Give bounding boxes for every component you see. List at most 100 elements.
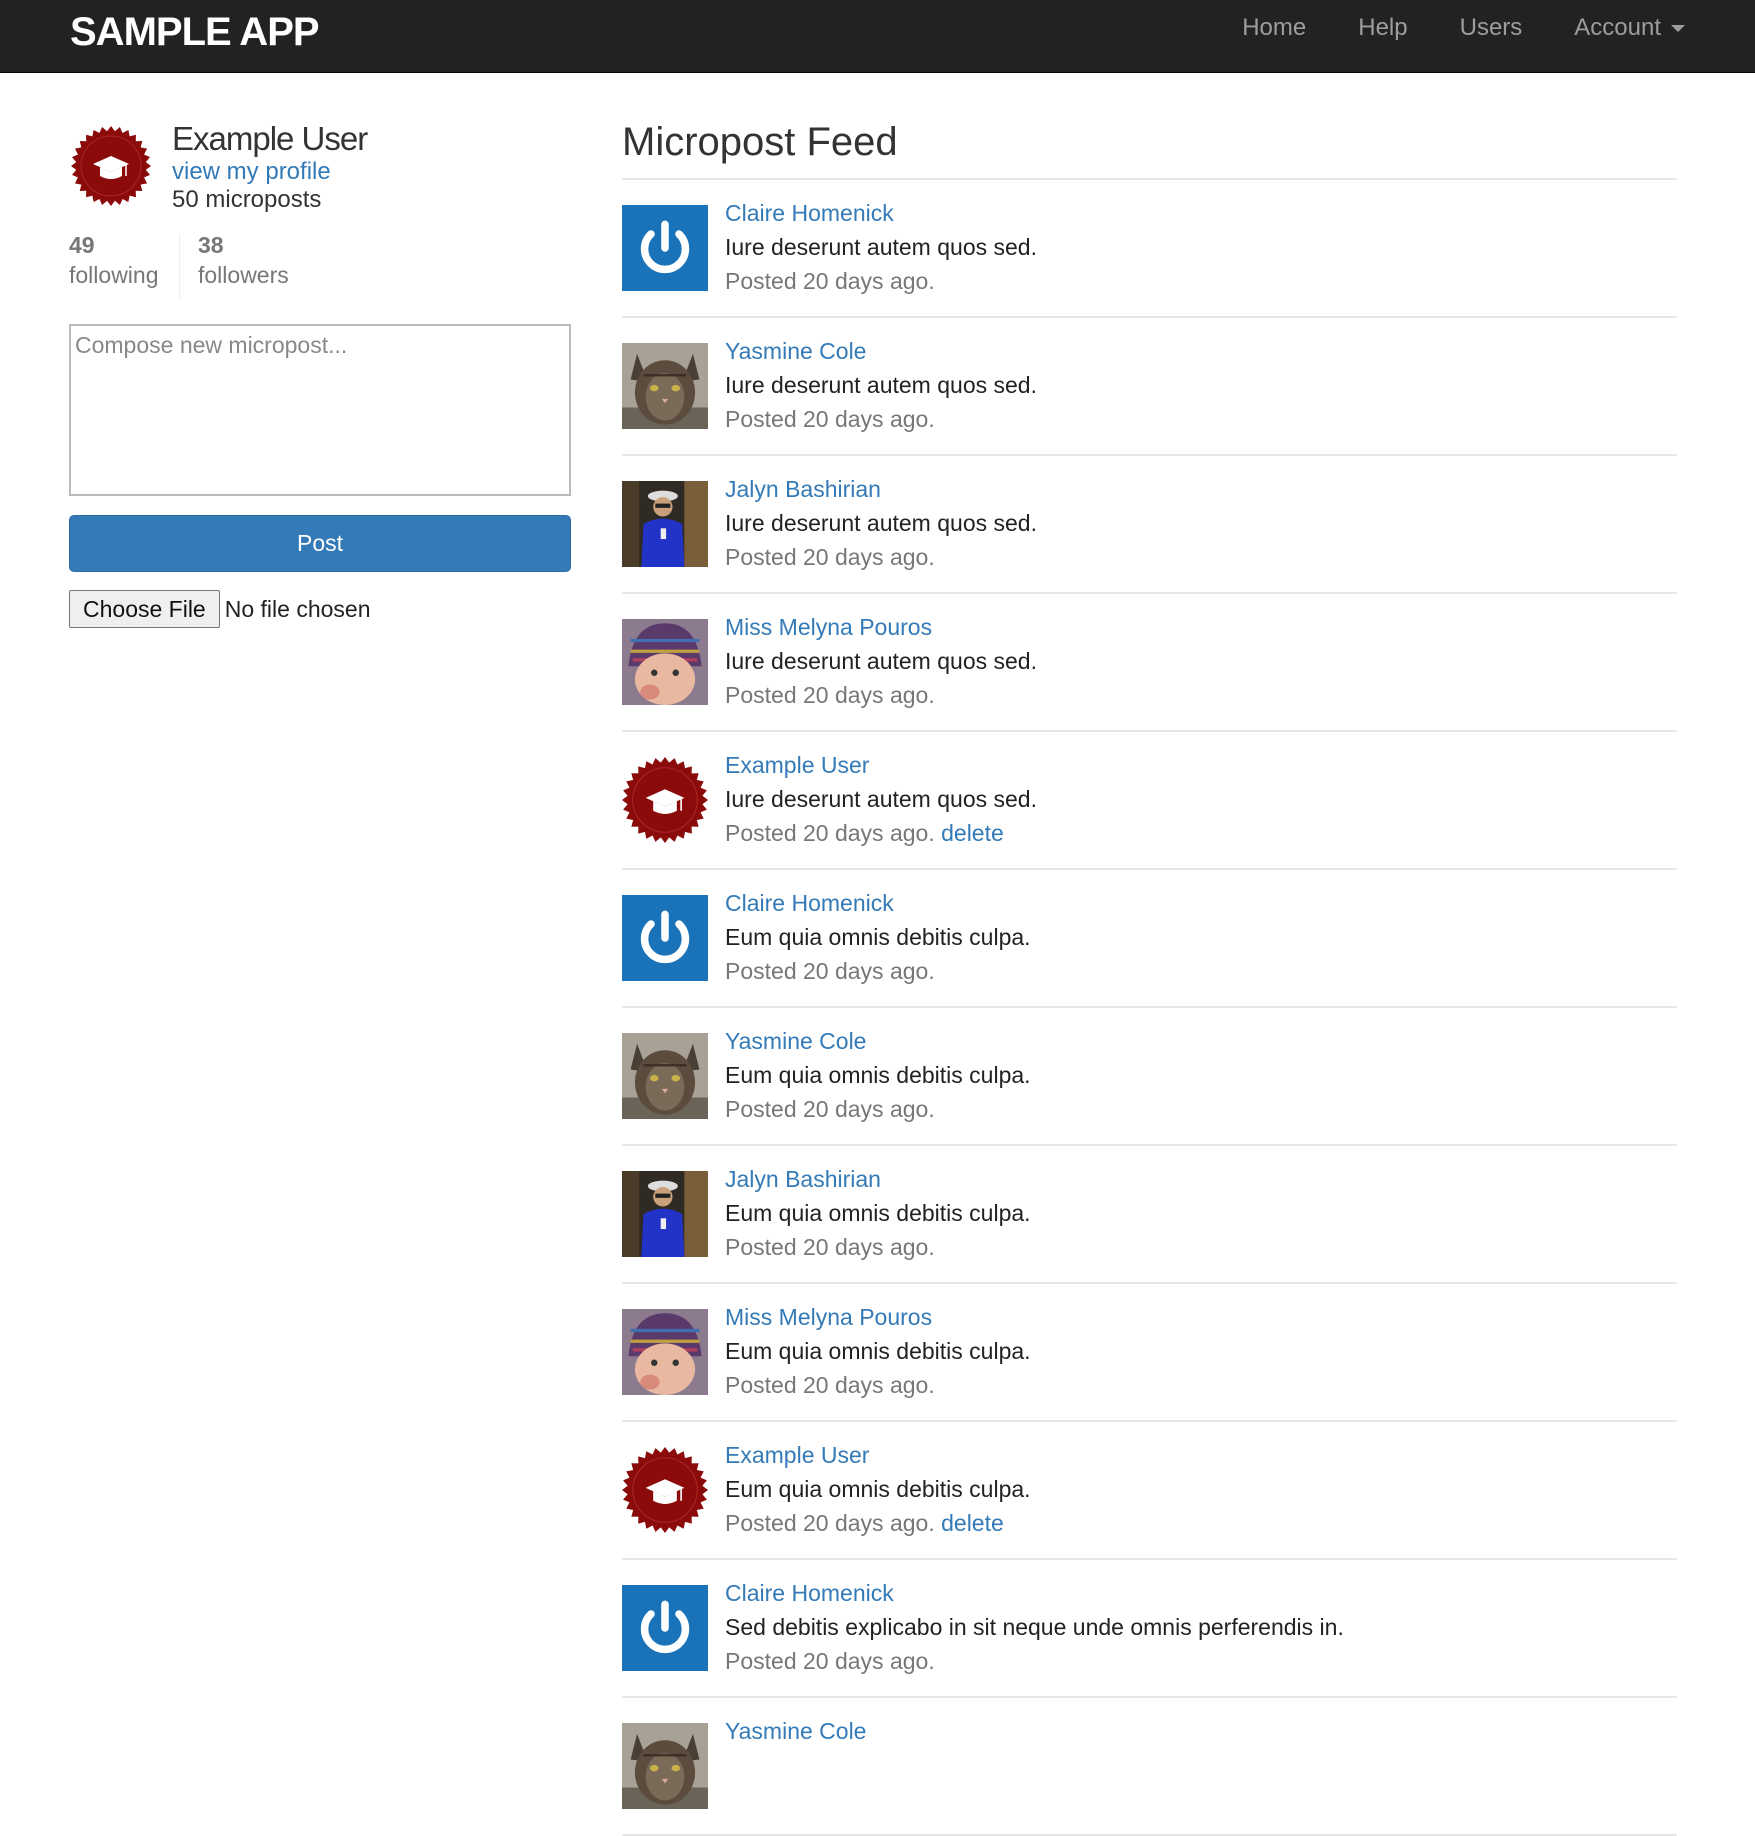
baby-avatar-icon[interactable] — [622, 619, 708, 705]
followers-stat[interactable]: 38 followers — [198, 232, 289, 292]
post-time-text: Posted 20 days ago. — [725, 820, 935, 846]
post-time-text: Posted 20 days ago. — [725, 544, 935, 570]
post-user-link[interactable]: Claire Homenick — [725, 1580, 894, 1607]
micropost-feed: Micropost Feed Claire Homenick Iure dese… — [622, 110, 1677, 1836]
cat-avatar-icon[interactable] — [622, 1033, 708, 1119]
caret-down-icon — [1671, 24, 1685, 32]
baby-avatar-icon[interactable] — [622, 1309, 708, 1395]
delete-post-link[interactable]: delete — [941, 820, 1004, 846]
post-content: Iure deserunt autem quos sed. — [725, 786, 1037, 812]
micropost-item: Yasmine Cole Iure deserunt autem quos se… — [622, 318, 1677, 456]
cat-avatar-icon[interactable] — [622, 1723, 708, 1809]
person-avatar-icon[interactable] — [622, 1171, 708, 1257]
nav-account-label: Account — [1574, 14, 1661, 41]
post-content: Iure deserunt autem quos sed. — [725, 648, 1037, 674]
seal-avatar-icon[interactable] — [622, 757, 708, 843]
sidebar: Example User view my profile 50 micropos… — [69, 120, 571, 628]
post-timestamp: Posted 20 days ago. — [725, 406, 935, 433]
post-time-text: Posted 20 days ago. — [725, 958, 935, 984]
post-content: Eum quia omnis debitis culpa. — [725, 1338, 1031, 1364]
micropost-item: Claire Homenick Iure deserunt autem quos… — [622, 180, 1677, 318]
post-time-text: Posted 20 days ago. — [725, 1096, 935, 1122]
feed-list: Claire Homenick Iure deserunt autem quos… — [622, 180, 1677, 1836]
compose-micropost-input[interactable] — [69, 324, 571, 496]
post-user-link[interactable]: Yasmine Cole — [725, 338, 866, 365]
post-content: Iure deserunt autem quos sed. — [725, 234, 1037, 260]
post-time-text: Posted 20 days ago. — [725, 1372, 935, 1398]
nav-help[interactable]: Help — [1358, 14, 1407, 42]
post-user-link[interactable]: Yasmine Cole — [725, 1028, 866, 1055]
post-timestamp: Posted 20 days ago. — [725, 1234, 935, 1261]
followers-label: followers — [198, 262, 289, 288]
post-timestamp: Posted 20 days ago. — [725, 1648, 935, 1675]
navbar: SAMPLE APP Home Help Users Account — [0, 0, 1755, 73]
choose-file-button[interactable]: Choose File — [69, 590, 220, 628]
post-time-text: Posted 20 days ago. — [725, 1648, 935, 1674]
post-user-link[interactable]: Jalyn Bashirian — [725, 1166, 881, 1193]
cat-avatar-icon[interactable] — [622, 343, 708, 429]
following-label: following — [69, 262, 159, 288]
post-user-link[interactable]: Example User — [725, 1442, 869, 1469]
post-content: Iure deserunt autem quos sed. — [725, 372, 1037, 398]
power-avatar-icon[interactable] — [622, 895, 708, 981]
user-info: Example User view my profile 50 micropos… — [69, 120, 571, 220]
file-status: No file chosen — [224, 595, 371, 622]
micropost-item: Miss Melyna Pouros Iure deserunt autem q… — [622, 594, 1677, 732]
following-count: 49 — [69, 232, 95, 258]
post-content: Eum quia omnis debitis culpa. — [725, 1200, 1031, 1226]
post-content: Eum quia omnis debitis culpa. — [725, 1062, 1031, 1088]
post-user-link[interactable]: Claire Homenick — [725, 890, 894, 917]
feed-title: Micropost Feed — [622, 110, 1677, 180]
post-timestamp: Posted 20 days ago. — [725, 1372, 935, 1399]
micropost-count: 50 microposts — [172, 186, 322, 213]
post-content: Eum quia omnis debitis culpa. — [725, 924, 1031, 950]
post-timestamp: Posted 20 days ago. — [725, 544, 935, 571]
micropost-item: Miss Melyna Pouros Eum quia omnis debiti… — [622, 1284, 1677, 1422]
delete-post-link[interactable]: delete — [941, 1510, 1004, 1536]
micropost-item: Yasmine Cole — [622, 1698, 1677, 1836]
micropost-item: Claire Homenick Sed debitis explicabo in… — [622, 1560, 1677, 1698]
person-avatar-icon[interactable] — [622, 481, 708, 567]
following-stat[interactable]: 49 following — [69, 232, 159, 292]
nav-home[interactable]: Home — [1242, 14, 1306, 42]
post-user-link[interactable]: Miss Melyna Pouros — [725, 614, 932, 641]
micropost-item: Example User Iure deserunt autem quos se… — [622, 732, 1677, 870]
post-content: Iure deserunt autem quos sed. — [725, 510, 1037, 536]
post-user-link[interactable]: Claire Homenick — [725, 200, 894, 227]
post-time-text: Posted 20 days ago. — [725, 406, 935, 432]
post-button[interactable]: Post — [69, 515, 571, 572]
post-time-text: Posted 20 days ago. — [725, 1234, 935, 1260]
post-timestamp: Posted 20 days ago. — [725, 958, 935, 985]
seal-avatar-icon[interactable] — [622, 1447, 708, 1533]
user-stats: 49 following 38 followers — [69, 232, 571, 302]
micropost-item: Jalyn Bashirian Eum quia omnis debitis c… — [622, 1146, 1677, 1284]
micropost-item: Claire Homenick Eum quia omnis debitis c… — [622, 870, 1677, 1008]
post-user-link[interactable]: Miss Melyna Pouros — [725, 1304, 932, 1331]
post-time-text: Posted 20 days ago. — [725, 682, 935, 708]
post-user-link[interactable]: Example User — [725, 752, 869, 779]
main-nav: Home Help Users Account — [1190, 0, 1685, 56]
user-name: Example User — [172, 120, 368, 157]
post-timestamp: Posted 20 days ago. — [725, 268, 935, 295]
stats-divider — [179, 234, 180, 300]
post-user-link[interactable]: Jalyn Bashirian — [725, 476, 881, 503]
nav-account-dropdown[interactable]: Account — [1574, 14, 1685, 42]
post-timestamp: Posted 20 days ago. delete — [725, 820, 1004, 847]
user-avatar-seal-icon[interactable] — [71, 126, 151, 206]
post-content: Sed debitis explicabo in sit neque unde … — [725, 1614, 1344, 1640]
followers-count: 38 — [198, 232, 224, 258]
post-time-text: Posted 20 days ago. — [725, 1510, 935, 1536]
micropost-item: Jalyn Bashirian Iure deserunt autem quos… — [622, 456, 1677, 594]
power-avatar-icon[interactable] — [622, 1585, 708, 1671]
post-user-link[interactable]: Yasmine Cole — [725, 1718, 866, 1745]
file-upload: Choose File No file chosen — [69, 590, 571, 628]
post-timestamp: Posted 20 days ago. delete — [725, 1510, 1004, 1537]
micropost-item: Example User Eum quia omnis debitis culp… — [622, 1422, 1677, 1560]
micropost-item: Yasmine Cole Eum quia omnis debitis culp… — [622, 1008, 1677, 1146]
post-time-text: Posted 20 days ago. — [725, 268, 935, 294]
brand-logo[interactable]: SAMPLE APP — [70, 10, 320, 55]
post-timestamp: Posted 20 days ago. — [725, 682, 935, 709]
power-avatar-icon[interactable] — [622, 205, 708, 291]
nav-users[interactable]: Users — [1460, 14, 1523, 42]
view-profile-link[interactable]: view my profile — [172, 158, 331, 186]
